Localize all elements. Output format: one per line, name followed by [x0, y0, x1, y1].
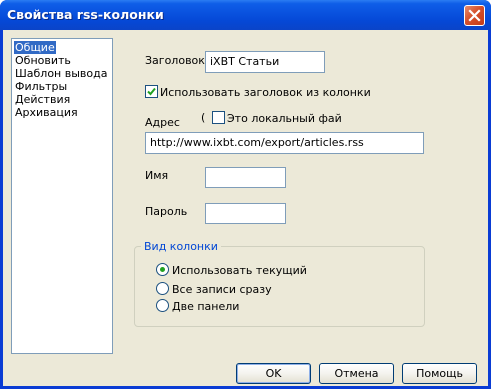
section-item-refresh[interactable]: Обновить	[14, 54, 72, 67]
local-file-checkbox[interactable]	[212, 111, 225, 124]
help-button[interactable]: Помощь	[402, 363, 477, 384]
cancel-button[interactable]: Отмена	[319, 363, 394, 384]
ok-button[interactable]: OK	[236, 363, 311, 384]
checkmark-icon	[147, 87, 156, 96]
section-item-output-template[interactable]: Шаблон вывода	[14, 67, 108, 80]
header-input[interactable]: iXBT Статьи	[205, 51, 325, 73]
address-label: Адрес	[145, 116, 180, 129]
title-bar[interactable]: Свойства rss-колонки	[0, 0, 491, 30]
use-current-radio[interactable]	[156, 263, 169, 276]
close-icon	[468, 9, 481, 22]
local-file-label[interactable]: Это локальный фай	[227, 112, 342, 125]
use-column-header-checkbox[interactable]	[145, 85, 158, 98]
properties-dialog: Свойства rss-колонки Общие Обновить Шабл…	[0, 0, 491, 389]
section-item-filters[interactable]: Фильтры	[14, 80, 68, 93]
address-paren: (	[201, 111, 206, 124]
use-current-label[interactable]: Использовать текущий	[172, 264, 307, 277]
sections-listbox[interactable]: Общие Обновить Шаблон вывода Фильтры Дей…	[11, 38, 113, 354]
two-panels-label[interactable]: Две панели	[172, 300, 239, 313]
window-title: Свойства rss-колонки	[7, 7, 164, 22]
column-view-title: Вид колонки	[141, 241, 221, 253]
address-input[interactable]: http://www.ixbt.com/export/articles.rss	[145, 132, 424, 154]
use-column-header-label[interactable]: Использовать заголовок из колонки	[160, 86, 371, 99]
name-label: Имя	[145, 169, 169, 182]
name-input[interactable]	[205, 167, 286, 188]
all-records-label[interactable]: Все записи сразу	[172, 283, 272, 296]
two-panels-radio[interactable]	[156, 299, 169, 312]
close-button[interactable]	[464, 5, 485, 26]
header-label: Заголовок	[145, 54, 205, 67]
section-item-general[interactable]: Общие	[14, 41, 56, 54]
section-item-actions[interactable]: Действия	[14, 93, 71, 106]
dialog-body: Общие Обновить Шаблон вывода Фильтры Дей…	[3, 30, 488, 386]
password-input[interactable]	[205, 203, 286, 224]
all-records-radio[interactable]	[156, 282, 169, 295]
password-label: Пароль	[145, 205, 188, 218]
radio-selected-dot	[160, 267, 165, 272]
section-item-archiving[interactable]: Архивация	[14, 106, 79, 119]
